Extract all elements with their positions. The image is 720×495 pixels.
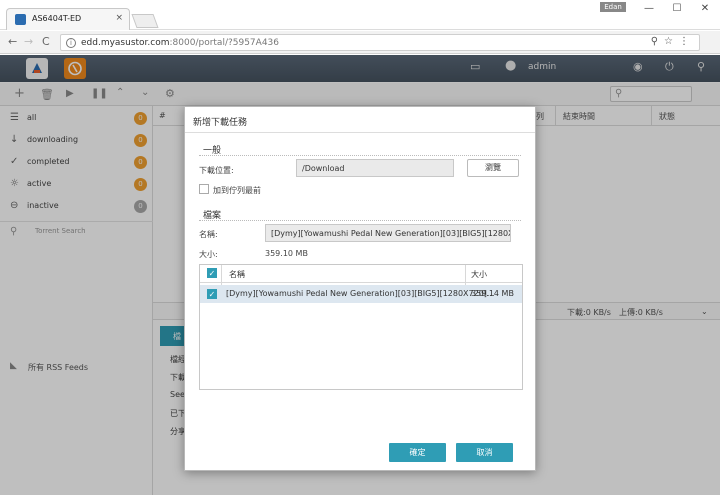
profile-badge[interactable]: Edan xyxy=(600,2,626,12)
file-list-table: ✓ 名稱 大小 ✓ [Dymy][Yowamushi Pedal New Gen… xyxy=(199,264,523,390)
close-window-button[interactable]: ✕ xyxy=(692,2,718,16)
table-row[interactable]: ✓ [Dymy][Yowamushi Pedal New Generation]… xyxy=(200,285,522,303)
add-download-dialog: 新增下載任務 一般 下載位置: /Download 瀏覽 加到佇列最前 檔案 名… xyxy=(184,106,536,471)
download-location-input[interactable]: /Download xyxy=(296,159,454,177)
add-to-queue-checkbox[interactable] xyxy=(199,184,209,194)
asustor-favicon-icon xyxy=(15,14,26,25)
new-tab-button[interactable] xyxy=(131,14,159,28)
back-icon[interactable]: ← xyxy=(8,35,17,48)
divider xyxy=(185,132,535,133)
col-size[interactable]: 大小 xyxy=(471,269,487,280)
browser-tab[interactable]: AS6404T-ED × xyxy=(6,8,130,30)
browser-titlebar: AS6404T-ED × Edan — ☐ ✕ xyxy=(0,0,720,30)
size-label: 大小: xyxy=(199,250,218,259)
tab-close-icon[interactable]: × xyxy=(115,13,123,23)
divider xyxy=(199,220,521,221)
name-label: 名稱: xyxy=(199,230,218,239)
col-name[interactable]: 名稱 xyxy=(229,269,245,280)
dialog-title: 新增下載任務 xyxy=(193,118,248,128)
tab-title: AS6404T-ED xyxy=(32,14,82,23)
address-bar: ← → C i edd.myasustor.com:8000/portal/?5… xyxy=(0,31,720,54)
bookmark-star-icon[interactable]: ⚲☆⋮ xyxy=(651,36,695,47)
select-all-checkbox[interactable]: ✓ xyxy=(207,268,217,278)
download-location-label: 下載位置: xyxy=(199,166,234,175)
torrent-name-field[interactable]: [Dymy][Yowamushi Pedal New Generation][0… xyxy=(265,224,511,242)
info-icon[interactable]: i xyxy=(66,38,76,48)
file-size: 359.14 MB xyxy=(471,289,514,298)
cancel-button[interactable]: 取消 xyxy=(456,443,513,462)
maximize-button[interactable]: ☐ xyxy=(664,2,690,16)
minimize-button[interactable]: — xyxy=(636,2,662,16)
browse-button[interactable]: 瀏覽 xyxy=(467,159,519,177)
forward-icon[interactable]: → xyxy=(24,35,33,48)
ok-button[interactable]: 確定 xyxy=(389,443,446,462)
divider xyxy=(199,155,521,156)
file-checkbox[interactable]: ✓ xyxy=(207,289,217,299)
file-name: [Dymy][Yowamushi Pedal New Generation][0… xyxy=(226,289,495,298)
table-header: ✓ 名稱 大小 xyxy=(200,265,522,283)
reload-icon[interactable]: C xyxy=(42,35,50,48)
url-text: edd.myasustor.com:8000/portal/?5957A436 xyxy=(81,38,279,48)
size-value: 359.10 MB xyxy=(265,249,308,258)
add-to-queue-label: 加到佇列最前 xyxy=(213,186,261,195)
url-input[interactable]: i edd.myasustor.com:8000/portal/?5957A43… xyxy=(60,34,700,51)
